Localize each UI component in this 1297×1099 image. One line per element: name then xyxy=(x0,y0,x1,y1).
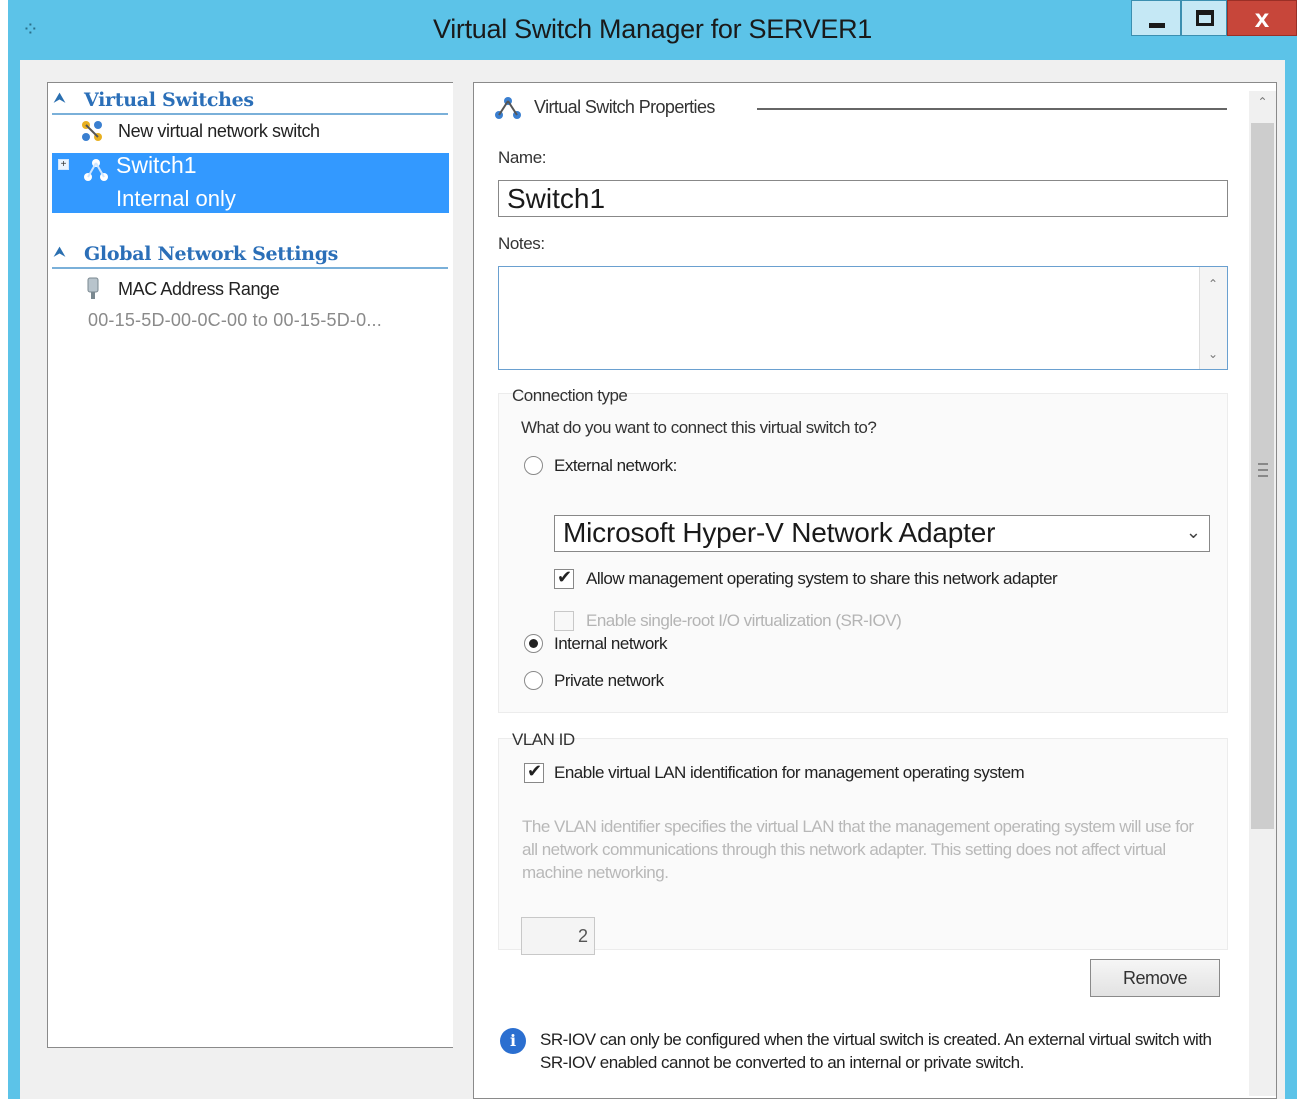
enable-sriov-checkbox[interactable] xyxy=(554,611,574,631)
properties-scrollbar[interactable]: ⌃ xyxy=(1249,91,1276,1096)
close-button[interactable]: x xyxy=(1227,0,1297,36)
collapse-section-icon[interactable]: ⮝ xyxy=(54,244,68,260)
virtual-switch-manager-window: ⁘ Virtual Switch Manager for SERVER1 x ⮝… xyxy=(8,0,1297,1099)
switch-name-label: Switch1 xyxy=(116,152,197,178)
virtual-switches-header-label: Virtual Switches xyxy=(84,89,254,111)
dialog-client-area: ⮝ Virtual Switches New virtual network s… xyxy=(20,60,1285,1099)
new-switch-label: New virtual network switch xyxy=(118,121,320,141)
connection-question: What do you want to connect this virtual… xyxy=(521,418,877,437)
remove-button[interactable]: Remove xyxy=(1090,959,1220,997)
expand-icon[interactable]: + xyxy=(58,159,69,170)
connection-type-group xyxy=(498,393,1228,713)
mac-address-icon xyxy=(87,277,99,299)
allow-management-checkbox[interactable] xyxy=(554,567,574,589)
mac-address-range-value: 00-15-5D-00-0C-00 to 00-15-5D-0... xyxy=(88,310,382,330)
virtual-switches-section-header[interactable]: ⮝ Virtual Switches xyxy=(52,87,448,115)
minimize-icon xyxy=(1149,23,1165,28)
allow-management-label[interactable]: Allow management operating system to sha… xyxy=(586,569,1058,589)
switch-type-label: Internal only xyxy=(116,186,236,211)
window-title: Virtual Switch Manager for SERVER1 xyxy=(432,14,872,44)
close-icon: x xyxy=(1254,3,1270,33)
vlan-id-input[interactable]: 2 xyxy=(521,917,595,955)
connection-type-title: Connection type xyxy=(512,386,628,405)
header-divider xyxy=(757,108,1227,110)
chevron-down-icon: ⌄ xyxy=(1185,522,1201,542)
external-network-label[interactable]: External network: xyxy=(554,456,677,476)
virtual-switch-properties-icon xyxy=(495,97,521,119)
vlan-description: The VLAN identifier specifies the virtua… xyxy=(522,817,1194,882)
switch-list-item[interactable]: + Switch1 Internal only xyxy=(52,152,449,213)
scrollbar-thumb[interactable] xyxy=(1251,123,1274,829)
collapse-section-icon[interactable]: ⮝ xyxy=(54,90,68,106)
notes-textarea[interactable]: ⌃ ⌄ xyxy=(498,266,1228,370)
switch-name-input[interactable]: Switch1 xyxy=(498,180,1228,217)
internal-network-radio[interactable] xyxy=(524,634,543,653)
vlan-id-title: VLAN ID xyxy=(512,730,575,749)
title-bar: ⁘ Virtual Switch Manager for SERVER1 x xyxy=(8,0,1297,60)
network-adapter-value: Microsoft Hyper-V Network Adapter xyxy=(563,517,996,548)
new-switch-icon xyxy=(82,121,102,141)
properties-header: Virtual Switch Properties xyxy=(534,97,715,117)
scroll-down-icon[interactable]: ⌄ xyxy=(1200,347,1226,361)
private-network-label[interactable]: Private network xyxy=(554,671,664,691)
switch-tree-panel: ⮝ Virtual Switches New virtual network s… xyxy=(47,82,453,1048)
private-network-radio[interactable] xyxy=(524,671,543,690)
scroll-up-icon[interactable]: ⌃ xyxy=(1249,95,1276,109)
notes-field-label: Notes: xyxy=(498,234,545,253)
sriov-info-text: SR-IOV can only be configured when the v… xyxy=(540,1030,1212,1072)
enable-vlan-checkbox[interactable] xyxy=(524,761,544,783)
maximize-button[interactable] xyxy=(1181,0,1227,36)
global-settings-header-label: Global Network Settings xyxy=(84,243,339,265)
internal-network-label[interactable]: Internal network xyxy=(554,634,667,654)
external-network-radio[interactable] xyxy=(524,456,543,475)
minimize-button[interactable] xyxy=(1131,0,1181,36)
scroll-up-icon[interactable]: ⌃ xyxy=(1200,277,1226,291)
network-adapter-dropdown[interactable]: Microsoft Hyper-V Network Adapter ⌄ xyxy=(554,515,1210,552)
switch-properties-panel: Virtual Switch Properties Name: Switch1 … xyxy=(473,82,1277,1099)
maximize-icon xyxy=(1196,10,1214,26)
network-switch-icon xyxy=(84,159,108,181)
global-network-settings-section-header[interactable]: ⮝ Global Network Settings xyxy=(52,241,448,269)
enable-sriov-label: Enable single-root I/O virtualization (S… xyxy=(586,611,902,630)
info-icon: i xyxy=(500,1028,526,1054)
mac-address-range-label: MAC Address Range xyxy=(118,279,280,299)
scrollbar-grip-icon xyxy=(1258,463,1268,477)
name-field-label: Name: xyxy=(498,148,547,167)
notes-scrollbar[interactable]: ⌃ ⌄ xyxy=(1199,267,1227,369)
enable-vlan-label[interactable]: Enable virtual LAN identification for ma… xyxy=(554,763,1025,783)
